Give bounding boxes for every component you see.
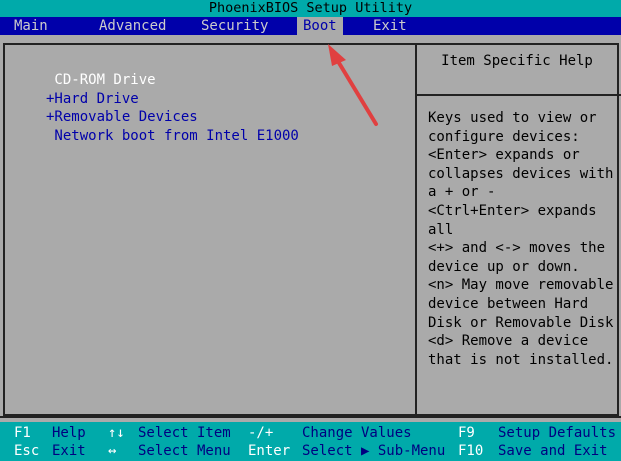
help-line: <Enter> expands or xyxy=(428,147,580,164)
annotation-arrow-icon xyxy=(328,44,378,126)
help-line: device up or down. xyxy=(428,258,580,275)
help-line: <Ctrl+Enter> expands xyxy=(428,203,597,219)
help-line: Disk or Removable Disk xyxy=(428,314,614,331)
help-line: <n> May move removable xyxy=(428,277,614,294)
help-line: Keys used to view or xyxy=(428,110,597,126)
help-line: all xyxy=(428,221,454,238)
help-line: <d> Remove a device xyxy=(428,333,589,350)
help-line: a + or - xyxy=(428,184,496,201)
help-line: that is not installed. xyxy=(428,351,614,368)
help-line: device between Hard xyxy=(428,296,589,312)
help-line: <+> and <-> moves the xyxy=(428,240,606,257)
help-line: configure devices: xyxy=(428,128,580,145)
help-line: collapses devices with xyxy=(428,165,614,182)
